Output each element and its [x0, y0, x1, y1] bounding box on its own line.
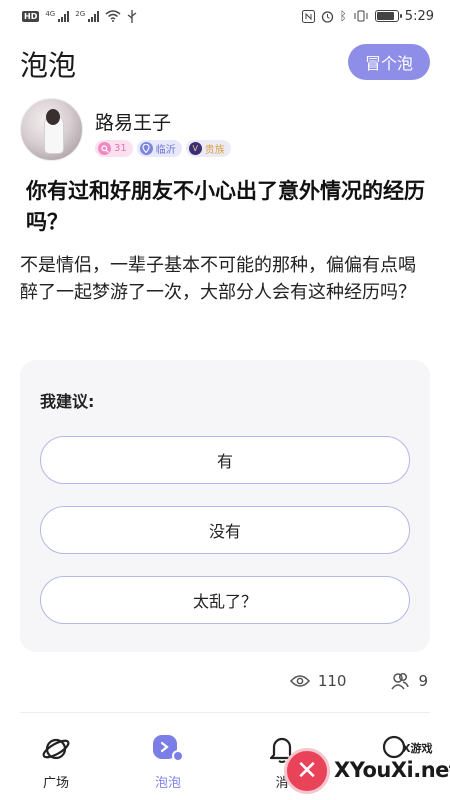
status-right: ᛒ 5:29	[301, 8, 434, 24]
people-icon	[391, 672, 410, 690]
signal-2-tag: 2G	[75, 9, 86, 18]
hd-icon: HD	[22, 10, 40, 22]
location-badge: 临沂	[136, 140, 182, 157]
participants-stat: 9	[390, 672, 428, 690]
status-left: HD 4G 2G	[22, 9, 137, 23]
nav-label: 广场	[42, 776, 69, 791]
post-bubble-button[interactable]: 冒个泡	[348, 44, 430, 80]
author-row: 路易王子 31 临沂 V 贵族	[20, 98, 430, 164]
watermark-logo-icon: ✕	[284, 748, 330, 794]
nav-item-bubble[interactable]: 泡泡	[128, 734, 208, 791]
signal-icon	[88, 10, 100, 22]
bubble-icon	[152, 734, 184, 764]
level-value: 31	[114, 143, 127, 154]
status-time: 5:29	[404, 8, 434, 24]
avatar-hair	[46, 109, 60, 125]
watermark: ✕ X游戏 XYouXi.net	[284, 740, 450, 798]
usb-icon	[127, 9, 137, 23]
views-count: 110	[317, 672, 347, 690]
eye-icon	[289, 675, 310, 687]
level-badge: 31	[95, 140, 133, 157]
divider	[20, 712, 430, 713]
nav-label: 泡泡	[154, 776, 181, 791]
question-body: 不是情侣，一辈子基本不可能的那种，偏偏有点喝醉了一起梦游了一次，大部分人会有这种…	[20, 255, 416, 303]
alarm-icon	[321, 10, 333, 23]
suggestion-card: 我建议: 有 没有 太乱了？	[20, 360, 430, 652]
header: 泡泡 冒个泡	[0, 40, 450, 86]
location-pin-icon	[139, 142, 153, 155]
post-stats: 110 9	[289, 672, 428, 690]
author-tags: 31 临沂 V 贵族	[95, 140, 231, 157]
location-value: 临沂	[155, 145, 176, 156]
option-button[interactable]: 没有	[40, 506, 410, 554]
vip-icon: V	[188, 142, 202, 155]
author-name[interactable]: 路易王子	[95, 108, 171, 135]
planet-icon	[40, 734, 72, 764]
battery-icon	[374, 10, 402, 22]
option-button[interactable]: 太乱了？	[40, 576, 410, 624]
search-icon	[98, 142, 111, 155]
signal-icon	[58, 10, 70, 22]
watermark-small-text: X游戏	[402, 742, 433, 755]
wifi-icon	[105, 10, 121, 22]
question-title: 你有过和好朋友不小心出了意外情况的经历吗？	[26, 179, 425, 234]
nfc-icon	[301, 9, 315, 23]
suggestion-label: 我建议:	[40, 392, 95, 411]
vip-badge: V 贵族	[185, 140, 231, 157]
participants-count: 9	[418, 672, 428, 690]
vibrate-icon	[354, 10, 368, 22]
avatar[interactable]	[20, 98, 83, 161]
views-stat: 110	[289, 672, 347, 690]
signal-1-tag: 4G	[45, 9, 56, 18]
page-title: 泡泡	[20, 49, 77, 82]
watermark-text: XYouXi.net	[334, 758, 450, 782]
status-bar: HD 4G 2G ᛒ 5:29	[0, 0, 450, 32]
nav-item-square[interactable]: 广场	[16, 734, 96, 791]
bluetooth-icon: ᛒ	[339, 9, 347, 23]
option-button[interactable]: 有	[40, 436, 410, 484]
vip-value: 贵族	[204, 145, 225, 156]
